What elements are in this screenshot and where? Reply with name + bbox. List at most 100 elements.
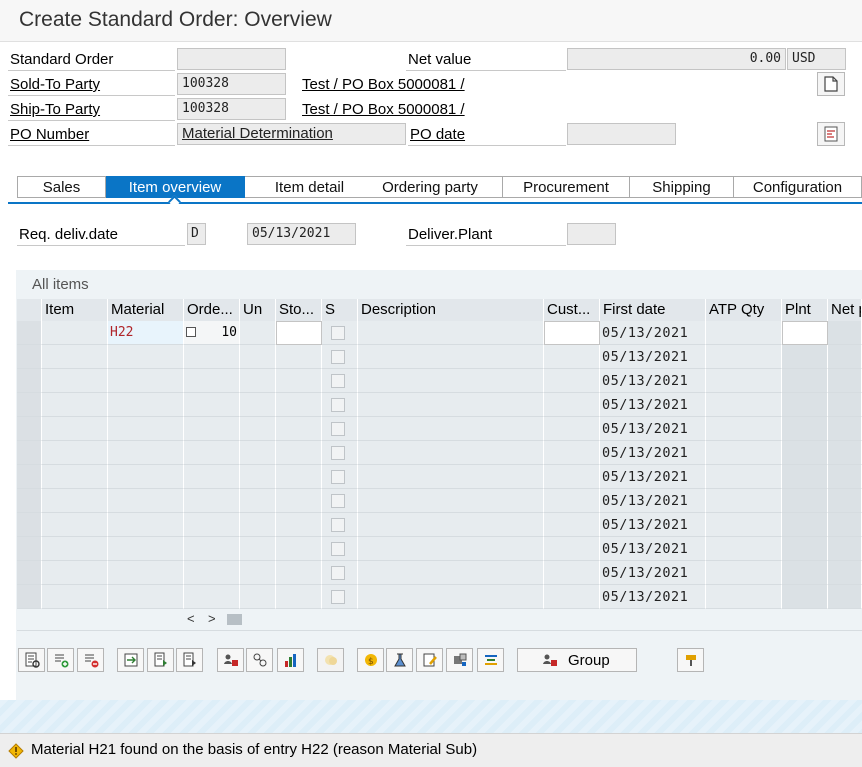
- atp-cell[interactable]: [706, 345, 782, 369]
- first-date-cell[interactable]: 05/13/2021: [600, 417, 706, 441]
- po-date-field[interactable]: [567, 123, 676, 145]
- select-block-icon[interactable]: [176, 648, 203, 672]
- material-cell[interactable]: [108, 561, 184, 585]
- atp-cell[interactable]: [706, 561, 782, 585]
- storage-cell[interactable]: [276, 537, 322, 561]
- expand-items-icon[interactable]: [117, 648, 144, 672]
- order-qty-cell[interactable]: [184, 489, 240, 513]
- scroll-thumb[interactable]: [227, 614, 242, 625]
- scroll-left-icon[interactable]: <: [187, 611, 195, 626]
- material-cell[interactable]: [108, 369, 184, 393]
- standard-order-field[interactable]: [177, 48, 286, 70]
- item-cell[interactable]: [42, 369, 108, 393]
- net-cell[interactable]: [828, 489, 862, 513]
- storage-cell[interactable]: [276, 561, 322, 585]
- status-checkbox[interactable]: [331, 518, 345, 532]
- col-plant[interactable]: Plnt: [782, 299, 828, 321]
- desc-cell[interactable]: [358, 561, 544, 585]
- ship-to-field[interactable]: 100328: [177, 98, 286, 120]
- table-row[interactable]: 05/13/2021: [17, 465, 862, 489]
- material-cell[interactable]: H22: [108, 321, 184, 345]
- unit-cell[interactable]: [240, 321, 276, 345]
- po-number-field[interactable]: Material Determination: [177, 123, 406, 145]
- material-cell[interactable]: [108, 465, 184, 489]
- item-detail-icon[interactable]: [18, 648, 45, 672]
- unit-cell[interactable]: [240, 513, 276, 537]
- unit-cell[interactable]: [240, 465, 276, 489]
- material-cell[interactable]: [108, 417, 184, 441]
- customer-material-cell[interactable]: [544, 393, 600, 417]
- availability-check-icon[interactable]: [386, 648, 413, 672]
- material-cell[interactable]: [108, 345, 184, 369]
- row-selector[interactable]: [17, 561, 42, 585]
- atp-cell[interactable]: [706, 585, 782, 609]
- desc-cell[interactable]: [358, 465, 544, 489]
- net-cell[interactable]: [828, 369, 862, 393]
- order-qty-cell[interactable]: 10: [184, 321, 240, 345]
- sold-to-field[interactable]: 100328: [177, 73, 286, 95]
- table-row[interactable]: 05/13/2021: [17, 417, 862, 441]
- sold-to-name[interactable]: Test / PO Box 5000081 /: [300, 74, 566, 96]
- col-storage[interactable]: Sto...: [276, 299, 322, 321]
- order-qty-cell[interactable]: [184, 537, 240, 561]
- col-net-price[interactable]: Net p: [828, 299, 862, 321]
- tab-procurement[interactable]: Procurement: [503, 176, 630, 198]
- req-deliv-date-field[interactable]: 05/13/2021: [247, 223, 356, 245]
- row-selector[interactable]: [17, 513, 42, 537]
- pricing-icon[interactable]: $: [357, 648, 384, 672]
- plant-cell[interactable]: [782, 465, 828, 489]
- plant-cell[interactable]: [782, 345, 828, 369]
- item-cell[interactable]: [42, 417, 108, 441]
- ship-to-label[interactable]: Ship-To Party: [8, 99, 175, 121]
- order-qty-cell[interactable]: [184, 465, 240, 489]
- desc-cell[interactable]: [358, 417, 544, 441]
- desc-cell[interactable]: [358, 441, 544, 465]
- atp-cell[interactable]: [706, 441, 782, 465]
- storage-cell[interactable]: [276, 441, 322, 465]
- status-checkbox-cell[interactable]: [322, 369, 358, 393]
- scroll-right-icon[interactable]: >: [208, 611, 216, 626]
- row-select-header[interactable]: [17, 299, 42, 321]
- customer-material-cell[interactable]: [544, 537, 600, 561]
- status-checkbox-cell[interactable]: [322, 441, 358, 465]
- table-row[interactable]: 05/13/2021: [17, 345, 862, 369]
- net-cell[interactable]: [828, 465, 862, 489]
- order-qty-cell[interactable]: [184, 345, 240, 369]
- item-cell[interactable]: [42, 345, 108, 369]
- plant-cell[interactable]: [782, 417, 828, 441]
- desc-cell[interactable]: [358, 393, 544, 417]
- storage-cell[interactable]: [276, 417, 322, 441]
- tab-item-detail[interactable]: Item detail: [245, 176, 375, 198]
- table-row[interactable]: 05/13/2021: [17, 369, 862, 393]
- first-date-cell[interactable]: 05/13/2021: [600, 345, 706, 369]
- desc-cell[interactable]: [358, 585, 544, 609]
- customer-material-cell[interactable]: [544, 585, 600, 609]
- item-cell[interactable]: [42, 489, 108, 513]
- col-unit[interactable]: Un: [240, 299, 276, 321]
- desc-cell[interactable]: [358, 489, 544, 513]
- customer-material-cell[interactable]: [544, 441, 600, 465]
- plant-cell[interactable]: [782, 513, 828, 537]
- status-checkbox[interactable]: [331, 566, 345, 580]
- item-cell[interactable]: [42, 321, 108, 345]
- status-checkbox[interactable]: [331, 398, 345, 412]
- unit-cell[interactable]: [240, 489, 276, 513]
- unit-cell[interactable]: [240, 441, 276, 465]
- storage-cell[interactable]: [276, 369, 322, 393]
- tab-item-overview[interactable]: Item overview: [106, 176, 245, 198]
- status-checkbox-cell[interactable]: [322, 513, 358, 537]
- net-cell[interactable]: [828, 561, 862, 585]
- desc-cell[interactable]: [358, 369, 544, 393]
- first-date-cell[interactable]: 05/13/2021: [600, 441, 706, 465]
- row-selector[interactable]: [17, 585, 42, 609]
- unit-cell[interactable]: [240, 345, 276, 369]
- status-checkbox-cell[interactable]: [322, 321, 358, 345]
- plant-cell[interactable]: [782, 561, 828, 585]
- sold-to-label[interactable]: Sold-To Party: [8, 74, 175, 96]
- row-selector[interactable]: [17, 369, 42, 393]
- status-checkbox-cell[interactable]: [322, 489, 358, 513]
- status-checkbox[interactable]: [331, 350, 345, 364]
- storage-cell[interactable]: [276, 513, 322, 537]
- tab-sales[interactable]: Sales: [17, 176, 106, 198]
- item-cell[interactable]: [42, 513, 108, 537]
